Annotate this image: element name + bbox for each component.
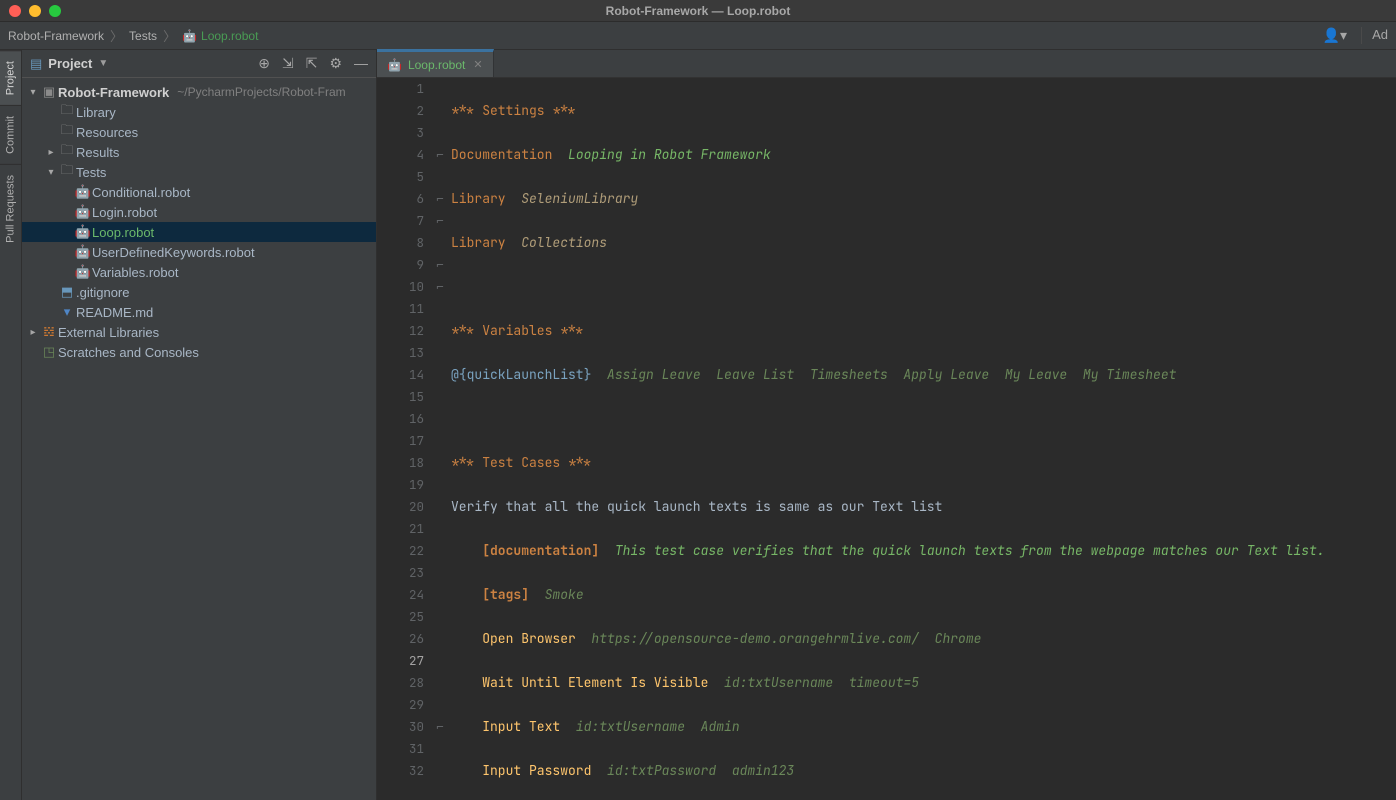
- project-tree[interactable]: ▾ ▣ Robot-Framework ~/PycharmProjects/Ro…: [22, 78, 376, 800]
- window-title: Robot-Framework — Loop.robot: [0, 4, 1396, 18]
- scratches-icon: ◳: [40, 344, 58, 360]
- add-config-button[interactable]: Ad: [1361, 27, 1388, 44]
- breadcrumb-sep-icon: 〉: [163, 26, 176, 45]
- folder-icon: 🗀: [58, 101, 76, 123]
- folder-icon: 🗀: [58, 141, 76, 163]
- fold-column[interactable]: ⌐ ⌐⌐ ⌐⌐⌐: [433, 78, 447, 800]
- maximize-dot-icon[interactable]: [49, 5, 61, 17]
- tree-label: Results: [76, 145, 119, 160]
- tree-file-readme[interactable]: ▾ README.md: [22, 302, 376, 322]
- tree-label: Login.robot: [92, 205, 157, 220]
- close-dot-icon[interactable]: [9, 5, 21, 17]
- project-scope-dropdown-icon[interactable]: ▼: [98, 58, 108, 69]
- left-tool-strip: Project Commit Pull Requests: [0, 50, 22, 800]
- tool-tab-project[interactable]: Project: [0, 50, 21, 105]
- breadcrumb-project[interactable]: Robot-Framework: [8, 29, 104, 43]
- tree-label: UserDefinedKeywords.robot: [92, 245, 255, 260]
- expand-icon[interactable]: ⇲: [282, 55, 294, 72]
- tree-file-robot[interactable]: 🤖 UserDefinedKeywords.robot: [22, 242, 376, 262]
- tree-label: Robot-Framework: [58, 85, 169, 100]
- close-tab-icon[interactable]: ✕: [473, 58, 482, 71]
- tree-file-robot[interactable]: 🤖 Conditional.robot: [22, 182, 376, 202]
- tree-external-libraries[interactable]: ▸ 𝍌 External Libraries: [22, 322, 376, 342]
- window-titlebar: Robot-Framework — Loop.robot: [0, 0, 1396, 22]
- minimize-dot-icon[interactable]: [29, 5, 41, 17]
- tree-folder-results[interactable]: ▸ 🗀 Results: [22, 142, 376, 162]
- tree-file-gitignore[interactable]: ⬒ .gitignore: [22, 282, 376, 302]
- tree-root-path: ~/PycharmProjects/Robot-Fram: [177, 85, 345, 99]
- tree-label: Tests: [76, 165, 106, 180]
- user-icon[interactable]: 👤▾: [1323, 27, 1347, 44]
- tree-folder-library[interactable]: 🗀 Library: [22, 102, 376, 122]
- tool-tab-pull-requests[interactable]: Pull Requests: [0, 164, 21, 253]
- robot-file-icon: 🤖: [387, 58, 402, 72]
- robot-file-icon: 🤖: [74, 264, 92, 280]
- tree-root[interactable]: ▾ ▣ Robot-Framework ~/PycharmProjects/Ro…: [22, 82, 376, 102]
- chevron-down-icon[interactable]: ▾: [44, 167, 58, 178]
- editor-tab-label: Loop.robot: [408, 58, 465, 72]
- tree-label: Loop.robot: [92, 225, 154, 240]
- tree-folder-resources[interactable]: 🗀 Resources: [22, 122, 376, 142]
- tree-label: External Libraries: [58, 325, 159, 340]
- code-editor[interactable]: *** Settings *** Documentation Looping i…: [447, 78, 1396, 800]
- editor: 🤖 Loop.robot ✕ 1 2 3 4 5 6 7 8 9 10 11 1…: [377, 50, 1396, 800]
- chevron-right-icon[interactable]: ▸: [26, 327, 40, 338]
- breadcrumb-sep-icon: 〉: [110, 26, 123, 45]
- gitignore-icon: ⬒: [58, 284, 76, 300]
- tool-tab-commit[interactable]: Commit: [0, 105, 21, 164]
- settings-icon[interactable]: ⚙: [329, 55, 342, 72]
- project-tool-window: ▤ Project ▼ ⊕ ⇲ ⇱ ⚙ — ▾ ▣ Robot-Framewor…: [22, 50, 377, 800]
- folder-icon: 🗀: [58, 161, 76, 183]
- project-scope-icon: ▤: [30, 56, 42, 72]
- chevron-down-icon[interactable]: ▾: [26, 87, 40, 98]
- markdown-icon: ▾: [58, 304, 76, 320]
- line-number-gutter[interactable]: 1 2 3 4 5 6 7 8 9 10 11 12 13 14 15 16 1…: [377, 78, 433, 800]
- tree-label: Scratches and Consoles: [58, 345, 199, 360]
- tree-label: README.md: [76, 305, 153, 320]
- breadcrumb-file-icon: 🤖: [182, 29, 197, 43]
- tree-label: Resources: [76, 125, 138, 140]
- collapse-icon[interactable]: ⇱: [306, 55, 318, 72]
- editor-tabbar: 🤖 Loop.robot ✕: [377, 50, 1396, 78]
- folder-icon: ▣: [40, 84, 58, 100]
- robot-file-icon: 🤖: [74, 244, 92, 260]
- hide-icon[interactable]: —: [354, 55, 368, 72]
- tree-file-robot[interactable]: 🤖 Variables.robot: [22, 262, 376, 282]
- tree-label: Conditional.robot: [92, 185, 190, 200]
- tree-label: Variables.robot: [92, 265, 178, 280]
- tree-file-robot[interactable]: 🤖 Login.robot: [22, 202, 376, 222]
- robot-file-icon: 🤖: [74, 184, 92, 200]
- chevron-right-icon[interactable]: ▸: [44, 147, 58, 158]
- breadcrumb-file[interactable]: Loop.robot: [201, 29, 258, 43]
- tree-scratches[interactable]: ◳ Scratches and Consoles: [22, 342, 376, 362]
- project-scope-label[interactable]: Project: [48, 56, 92, 71]
- robot-file-icon: 🤖: [74, 204, 92, 220]
- tree-label: Library: [76, 105, 116, 120]
- tree-label: .gitignore: [76, 285, 129, 300]
- robot-file-icon: 🤖: [74, 224, 92, 240]
- breadcrumb-folder[interactable]: Tests: [129, 29, 157, 43]
- locate-icon[interactable]: ⊕: [258, 55, 270, 72]
- tree-folder-tests[interactable]: ▾ 🗀 Tests: [22, 162, 376, 182]
- libraries-icon: 𝍌: [40, 324, 58, 340]
- folder-icon: 🗀: [58, 121, 76, 143]
- tree-file-robot-selected[interactable]: 🤖 Loop.robot: [22, 222, 376, 242]
- breadcrumb-bar: Robot-Framework 〉 Tests 〉 🤖 Loop.robot 👤…: [0, 22, 1396, 50]
- editor-tab-loop[interactable]: 🤖 Loop.robot ✕: [377, 49, 494, 77]
